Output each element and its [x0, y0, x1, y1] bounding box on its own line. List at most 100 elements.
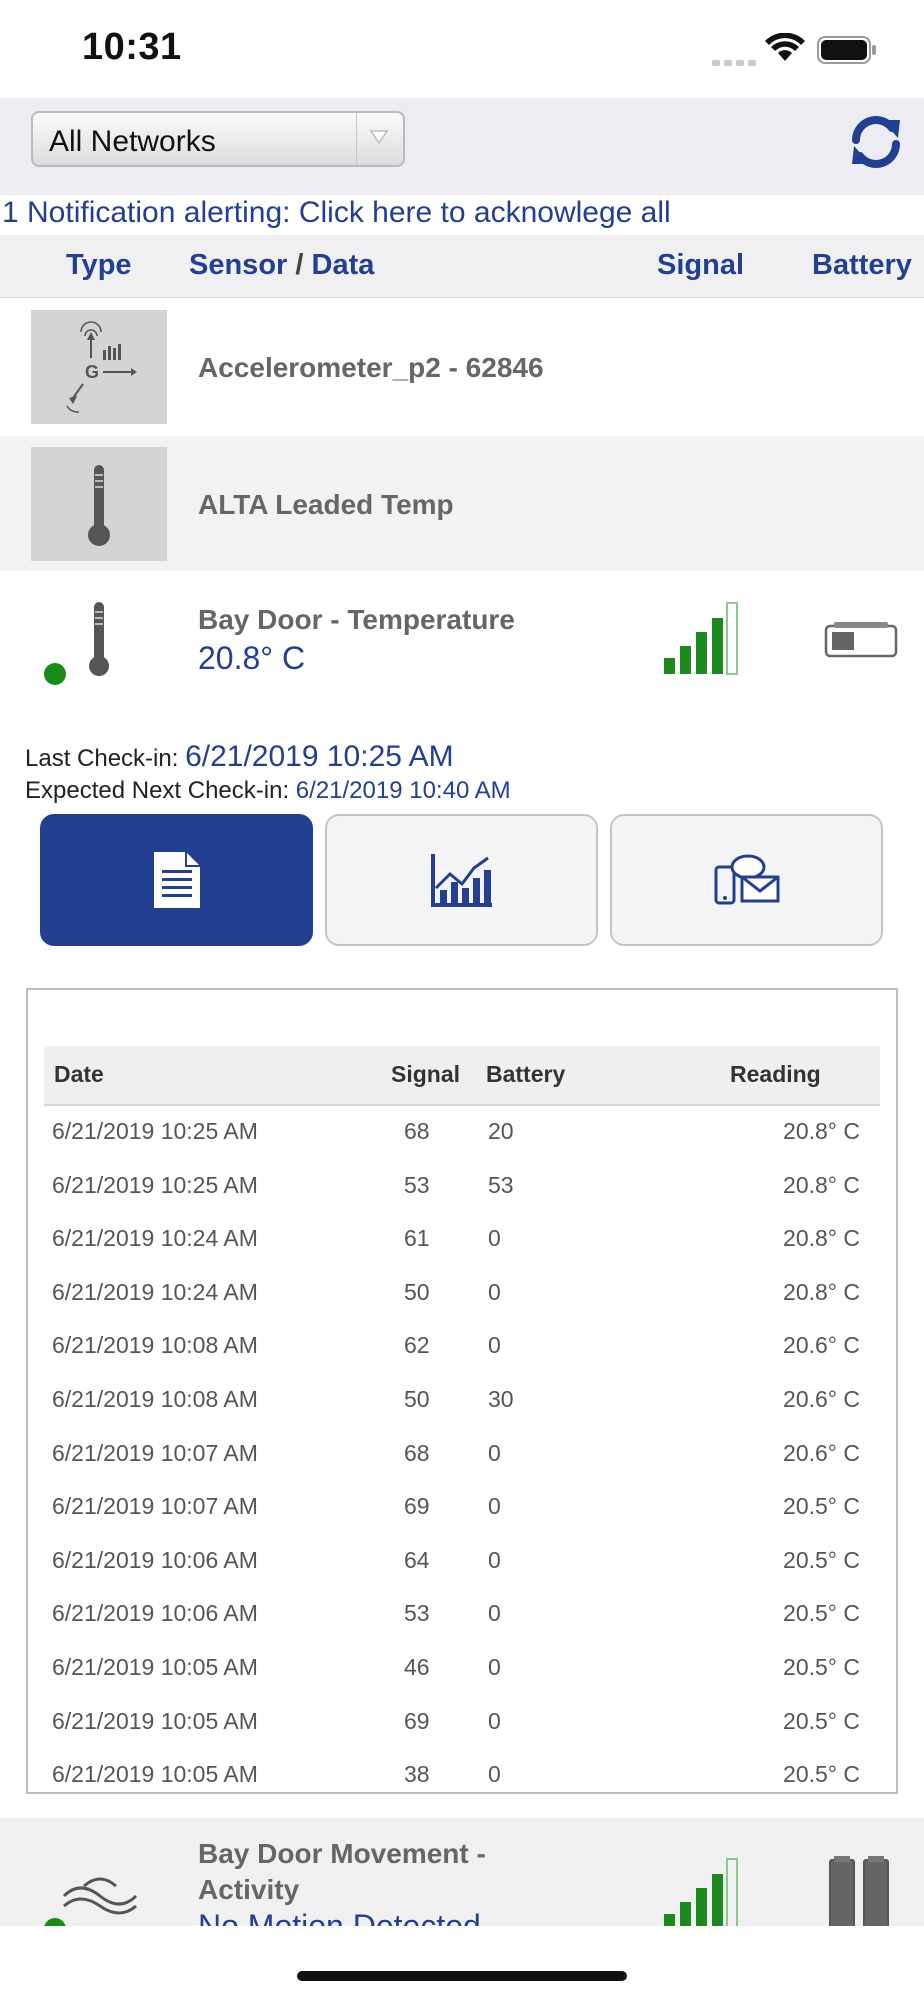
- battery-level-icon: [826, 1856, 892, 1926]
- cell-date: 6/21/2019 10:07 AM: [52, 1439, 258, 1466]
- battery-level-icon: [824, 620, 900, 663]
- cell-signal: 46: [404, 1654, 430, 1680]
- notification-icon: [714, 854, 779, 905]
- cell-battery: 0: [488, 1332, 501, 1359]
- cell-date: 6/21/2019 10:05 AM: [52, 1707, 258, 1734]
- home-indicator[interactable]: [297, 1971, 627, 1981]
- sensor-reading: No Motion Detected: [198, 1908, 481, 1926]
- table-row: 6/21/2019 10:25 AM 53 53 20.8° C: [44, 1160, 880, 1213]
- last-checkin-value: 6/21/2019 10:25 AM: [185, 740, 454, 773]
- cellular-signal-icon: [712, 55, 756, 73]
- last-checkin: Last Check-in: 6/21/2019 10:25 AM: [25, 740, 454, 774]
- cell-reading: 20.8° C: [783, 1171, 860, 1198]
- cell-reading: 20.5° C: [783, 1546, 860, 1573]
- column-sensor: Sensor / Data: [189, 249, 374, 282]
- cell-date: 6/21/2019 10:06 AM: [52, 1600, 258, 1627]
- cell-battery: 20: [488, 1118, 514, 1144]
- acknowledge-notifications-link[interactable]: 1 Notification alerting: Click here to a…: [2, 196, 671, 230]
- column-sensor-label: Sensor: [189, 249, 288, 281]
- accelerometer-icon: G: [31, 310, 167, 424]
- thermometer-icon: [86, 600, 112, 685]
- cell-signal: 38: [404, 1761, 430, 1788]
- battery-status-icon: [817, 36, 877, 69]
- cell-battery: 0: [488, 1600, 501, 1627]
- bottom-bar: [0, 1926, 924, 2000]
- cell-signal: 53: [404, 1171, 430, 1198]
- sensor-row-accelerometer[interactable]: G Accelerometer_p2 - 62846: [0, 298, 924, 435]
- header-signal: Signal: [391, 1061, 461, 1087]
- tab-chart[interactable]: [325, 814, 598, 946]
- cell-date: 6/21/2019 10:08 AM: [52, 1386, 258, 1412]
- cell-signal: 50: [404, 1386, 430, 1412]
- cell-reading: 20.8° C: [783, 1278, 860, 1305]
- thermometer-icon: [31, 447, 167, 561]
- table-row: 6/21/2019 10:08 AM 50 30 20.6° C: [44, 1374, 880, 1427]
- cell-date: 6/21/2019 10:08 AM: [52, 1332, 258, 1359]
- cell-battery: 0: [488, 1546, 501, 1573]
- cell-date: 6/21/2019 10:06 AM: [52, 1546, 258, 1573]
- table-row: 6/21/2019 10:08 AM 62 0 20.6° C: [44, 1320, 880, 1373]
- column-data-label: Data: [311, 249, 375, 281]
- last-checkin-label: Last Check-in:: [25, 745, 179, 772]
- table-row: 6/21/2019 10:05 AM 46 0 20.5° C: [44, 1642, 880, 1695]
- motion-icon: [60, 1874, 140, 1923]
- sensor-row-alta-leaded-temp[interactable]: ALTA Leaded Temp: [0, 436, 924, 571]
- wifi-icon: [765, 32, 805, 68]
- column-signal: Signal: [657, 249, 745, 281]
- cell-battery: 0: [488, 1654, 501, 1680]
- cell-signal: 61: [404, 1225, 430, 1252]
- cell-battery: 0: [488, 1493, 501, 1520]
- cell-battery: 0: [488, 1761, 501, 1788]
- document-icon: [153, 852, 200, 908]
- cell-signal: 69: [404, 1493, 430, 1520]
- history-table[interactable]: Date Signal Battery Reading 6/21/2019 10…: [26, 988, 898, 1794]
- cell-signal: 64: [404, 1546, 430, 1573]
- sensor-name: Bay Door - Temperature: [198, 604, 515, 635]
- signal-strength-icon: [662, 1856, 738, 1926]
- cell-battery: 0: [488, 1707, 501, 1734]
- chart-icon: [430, 854, 492, 907]
- sensor-reading: 20.8° C: [198, 640, 306, 676]
- tab-history[interactable]: [40, 814, 313, 946]
- cell-signal: 68: [404, 1439, 430, 1466]
- cell-signal: 62: [404, 1332, 430, 1359]
- next-checkin-value: 6/21/2019 10:40 AM: [295, 777, 511, 804]
- network-select-value: All Networks: [49, 125, 216, 158]
- tab-notifications[interactable]: [610, 814, 883, 946]
- cell-battery: 0: [488, 1225, 501, 1252]
- table-row: 6/21/2019 10:07 AM 68 0 20.6° C: [44, 1428, 880, 1481]
- cell-date: 6/21/2019 10:25 AM: [52, 1171, 258, 1198]
- cell-reading: 20.5° C: [783, 1761, 860, 1788]
- sensor-name: Accelerometer_p2 - 62846: [198, 352, 544, 383]
- status-time: 10:31: [82, 26, 182, 68]
- cell-signal: 50: [404, 1278, 430, 1305]
- cell-signal: 68: [404, 1118, 430, 1144]
- column-battery: Battery: [812, 249, 912, 281]
- table-header: Date Signal Battery Reading: [44, 1046, 880, 1106]
- table-row: 6/21/2019 10:06 AM 64 0 20.5° C: [44, 1535, 880, 1588]
- sensor-row-bay-door-movement[interactable]: Bay Door Movement - Activity No Motion D…: [0, 1818, 924, 1926]
- refresh-icon[interactable]: [846, 112, 906, 177]
- next-checkin: Expected Next Check-in: 6/21/2019 10:40 …: [25, 777, 511, 805]
- cell-date: 6/21/2019 10:05 AM: [52, 1654, 258, 1680]
- cell-date: 6/21/2019 10:05 AM: [52, 1761, 258, 1788]
- cell-reading: 20.6° C: [783, 1332, 860, 1359]
- table-row: 6/21/2019 10:07 AM 69 0 20.5° C: [44, 1481, 880, 1534]
- cell-date: 6/21/2019 10:07 AM: [52, 1493, 258, 1520]
- network-select[interactable]: All Networks: [31, 111, 405, 167]
- table-row: 6/21/2019 10:24 AM 50 0 20.8° C: [44, 1267, 880, 1320]
- header-reading: Reading: [730, 1061, 821, 1087]
- next-checkin-label: Expected Next Check-in:: [25, 777, 290, 804]
- cell-reading: 20.5° C: [783, 1600, 860, 1627]
- cell-date: 6/21/2019 10:24 AM: [52, 1225, 258, 1252]
- sensor-name: ALTA Leaded Temp: [198, 489, 454, 520]
- svg-text:G: G: [85, 362, 99, 382]
- cell-date: 6/21/2019 10:24 AM: [52, 1278, 258, 1305]
- cell-reading: 20.8° C: [783, 1118, 860, 1144]
- table-row: 6/21/2019 10:05 AM 69 0 20.5° C: [44, 1696, 880, 1749]
- cell-battery: 30: [488, 1386, 514, 1412]
- table-row: 6/21/2019 10:24 AM 61 0 20.8° C: [44, 1213, 880, 1266]
- table-row: 6/21/2019 10:06 AM 53 0 20.5° C: [44, 1588, 880, 1641]
- table-row: 6/21/2019 10:05 AM 38 0 20.5° C: [44, 1749, 880, 1792]
- sensor-name: Bay Door Movement - Activity: [198, 1838, 486, 1905]
